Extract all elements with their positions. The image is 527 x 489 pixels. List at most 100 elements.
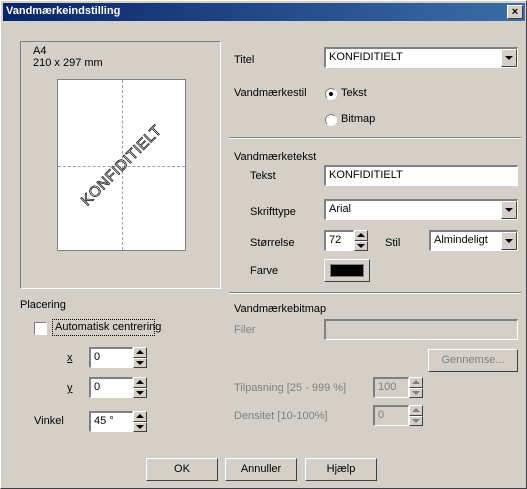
- text-label: Tekst: [250, 170, 276, 182]
- scale-input[interactable]: 100: [373, 377, 409, 398]
- density-spinner[interactable]: [409, 405, 423, 426]
- arrow-up-icon: [357, 233, 365, 238]
- density-label: Densitet [10-100%]: [234, 410, 328, 422]
- x-label-text: x: [67, 352, 73, 364]
- color-label: Farve: [250, 265, 279, 277]
- y-input[interactable]: 0: [89, 377, 133, 398]
- x-label: x: [67, 352, 73, 364]
- x-spin-down-button[interactable]: [133, 357, 147, 368]
- chevron-down-icon: [505, 239, 513, 243]
- radio-selected-dot: [329, 92, 333, 96]
- size-spin-up-button[interactable]: [354, 230, 368, 241]
- arrow-up-icon: [412, 408, 420, 413]
- font-label: Skrifttype: [250, 206, 296, 218]
- angle-input-value: 45 °: [94, 415, 114, 427]
- arrow-down-icon: [357, 243, 365, 248]
- bitmap-group-label: Vandmærkebitmap: [234, 303, 327, 315]
- svg-text:KONFIDITIELT: KONFIDITIELT: [78, 122, 165, 209]
- title-combobox-value: KONFIDITIELT: [329, 51, 403, 63]
- angle-input[interactable]: 45 °: [89, 411, 133, 432]
- x-input[interactable]: 0: [89, 347, 133, 368]
- separator: [229, 137, 521, 139]
- arrow-up-icon: [136, 380, 144, 385]
- scale-spin-down-button[interactable]: [409, 387, 423, 398]
- watermark-settings-dialog: Vandmærkeindstilling × A4 210 x 297 mm K…: [0, 0, 527, 489]
- y-spin-up-button[interactable]: [133, 377, 147, 388]
- angle-spin-down-button[interactable]: [133, 421, 147, 432]
- browse-button[interactable]: Gennemse...: [428, 349, 518, 372]
- paper-dimensions-label: 210 x 297 mm: [33, 57, 103, 69]
- auto-center-checkbox[interactable]: [34, 322, 47, 335]
- help-button[interactable]: Hjælp: [305, 458, 377, 481]
- chevron-down-icon: [505, 56, 513, 60]
- x-spinner[interactable]: [133, 347, 147, 368]
- font-style-value: Almindeligt: [434, 234, 488, 246]
- angle-spin-up-button[interactable]: [133, 411, 147, 422]
- y-label-text: y: [67, 382, 73, 394]
- window-title: Vandmærkeindstilling: [6, 5, 121, 17]
- y-label: y: [67, 382, 73, 394]
- angle-spinner[interactable]: [133, 411, 147, 432]
- scale-spin-up-button[interactable]: [409, 377, 423, 388]
- title-label: Titel: [234, 54, 255, 66]
- title-bar[interactable]: Vandmærkeindstilling ×: [3, 3, 525, 21]
- arrow-up-icon: [136, 350, 144, 355]
- density-input[interactable]: 0: [373, 405, 409, 426]
- close-icon: ×: [511, 6, 519, 18]
- auto-center-label-text: Automatisk centrering: [55, 321, 162, 333]
- watermark-preview-panel: A4 210 x 297 mm KONFIDITIELT: [20, 41, 221, 289]
- text-group-label: Vandmærketekst: [234, 151, 317, 163]
- font-combobox[interactable]: Arial: [324, 199, 518, 220]
- file-label: Filer: [234, 324, 256, 336]
- arrow-down-icon: [412, 418, 420, 423]
- arrow-up-icon: [136, 414, 144, 419]
- ok-button[interactable]: OK: [146, 458, 218, 481]
- paper-size-label: A4: [33, 45, 47, 57]
- font-style-dropdown-button[interactable]: [501, 232, 517, 250]
- density-spin-up-button[interactable]: [409, 405, 423, 416]
- watermark-text-value: KONFIDITIELT: [329, 169, 403, 181]
- arrow-down-icon: [136, 360, 144, 365]
- angle-label-text: Vinkel: [34, 415, 64, 427]
- scale-spinner[interactable]: [409, 377, 423, 398]
- auto-center-label[interactable]: Automatisk centrering: [55, 321, 161, 333]
- style-option-bitmap-label[interactable]: Bitmap: [341, 113, 375, 125]
- arrow-up-icon: [412, 380, 420, 385]
- size-label: Størrelse: [250, 237, 295, 249]
- cancel-button[interactable]: Annuller: [225, 458, 297, 481]
- y-spinner[interactable]: [133, 377, 147, 398]
- watermark-preview-text: KONFIDITIELT: [78, 122, 166, 210]
- y-spin-down-button[interactable]: [133, 387, 147, 398]
- size-input[interactable]: 72: [324, 230, 354, 251]
- density-input-value: 0: [378, 409, 385, 421]
- x-spin-up-button[interactable]: [133, 347, 147, 358]
- close-button[interactable]: ×: [507, 5, 523, 19]
- color-picker-button[interactable]: [324, 259, 370, 282]
- chevron-down-icon: [505, 208, 513, 212]
- file-input[interactable]: [324, 319, 518, 340]
- style-radio-text[interactable]: [325, 88, 337, 100]
- font-style-combobox[interactable]: Almindeligt: [429, 230, 518, 251]
- scale-label: Tilpasning [25 - 999 %]: [234, 382, 347, 394]
- font-style-label: Stil: [385, 237, 401, 249]
- size-input-value: 72: [329, 234, 342, 246]
- title-dropdown-button[interactable]: [501, 49, 517, 67]
- size-spin-down-button[interactable]: [354, 240, 368, 251]
- arrow-down-icon: [136, 424, 144, 429]
- angle-label: Vinkel: [34, 415, 64, 427]
- y-input-value: 0: [94, 381, 101, 393]
- font-combobox-value: Arial: [329, 203, 352, 215]
- font-dropdown-button[interactable]: [501, 201, 517, 219]
- style-radio-bitmap[interactable]: [325, 114, 337, 126]
- color-swatch: [330, 264, 364, 277]
- arrow-down-icon: [136, 390, 144, 395]
- watermark-text-input[interactable]: KONFIDITIELT: [324, 165, 518, 186]
- size-spinner[interactable]: [354, 230, 368, 251]
- style-label: Vandmærkestil: [234, 87, 307, 99]
- density-spin-down-button[interactable]: [409, 415, 423, 426]
- style-option-text-label[interactable]: Tekst: [341, 87, 367, 99]
- arrow-down-icon: [412, 390, 420, 395]
- scale-input-value: 100: [378, 381, 397, 393]
- title-combobox[interactable]: KONFIDITIELT: [324, 47, 518, 68]
- placement-group-label: Placering: [20, 299, 66, 311]
